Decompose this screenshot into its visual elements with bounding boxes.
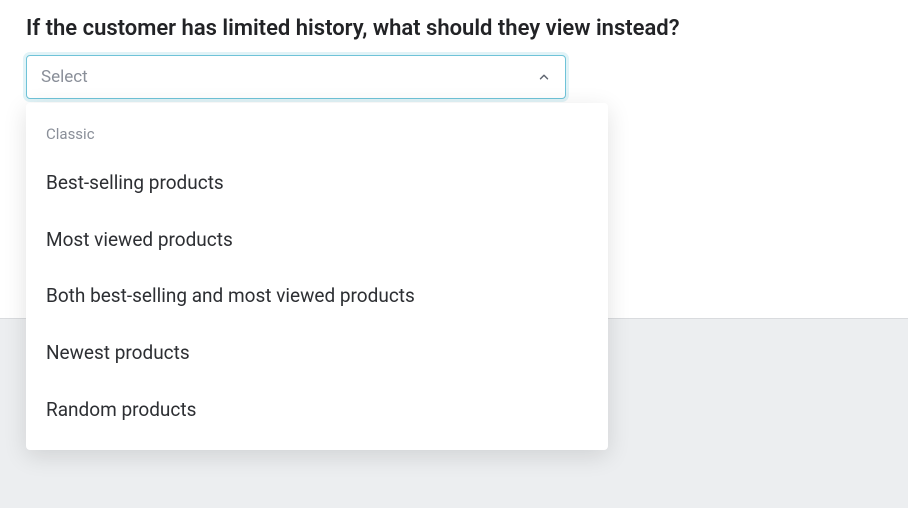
dropdown-menu: Classic Best-selling products Most viewe… [26,103,608,450]
dropdown-option[interactable]: Most viewed products [26,212,608,269]
select-wrapper: Select Classic Best-selling products Mos… [0,55,908,99]
dropdown-option[interactable]: Best-selling products [26,155,608,212]
dropdown-option[interactable]: Newest products [26,325,608,382]
dropdown-group-label: Classic [26,119,608,155]
dropdown-option[interactable]: Random products [26,382,608,439]
question-label: If the customer has limited history, wha… [0,0,908,55]
dropdown-option[interactable]: Both best-selling and most viewed produc… [26,268,608,325]
select-placeholder-text: Select [41,67,88,87]
chevron-up-icon [537,70,551,84]
select-dropdown[interactable]: Select [26,55,566,99]
